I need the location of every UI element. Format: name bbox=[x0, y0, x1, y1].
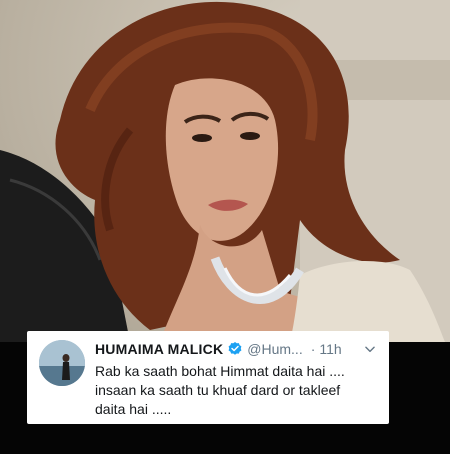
portrait-illustration bbox=[0, 0, 450, 342]
display-name[interactable]: HUMAIMA MALICK bbox=[95, 341, 223, 357]
avatar-image bbox=[39, 340, 85, 386]
portrait-photo bbox=[0, 0, 450, 342]
screenshot-page: HUMAIMA MALICK @Hum... · 11h Rab ka saat… bbox=[0, 0, 450, 454]
tweet-text: Rab ka saath bohat Himmat daita hai ....… bbox=[95, 362, 375, 419]
tweet-text-line: daita hai ..... bbox=[95, 401, 172, 417]
chevron-down-icon[interactable] bbox=[363, 342, 377, 356]
separator-dot: · bbox=[310, 341, 316, 357]
tweet-text-line: insaan ka saath tu khuaf dard or takleef bbox=[95, 382, 341, 398]
tweet-text-line: Rab ka saath bohat Himmat daita hai .... bbox=[95, 363, 345, 379]
tweet-card[interactable]: HUMAIMA MALICK @Hum... · 11h Rab ka saat… bbox=[27, 331, 389, 424]
profile-avatar[interactable] bbox=[39, 340, 85, 386]
user-handle[interactable]: @Hum... bbox=[247, 341, 302, 357]
tweet-timestamp[interactable]: 11h bbox=[319, 341, 341, 357]
tweet-header: HUMAIMA MALICK @Hum... · 11h bbox=[95, 339, 377, 359]
verified-badge-icon bbox=[227, 341, 243, 357]
